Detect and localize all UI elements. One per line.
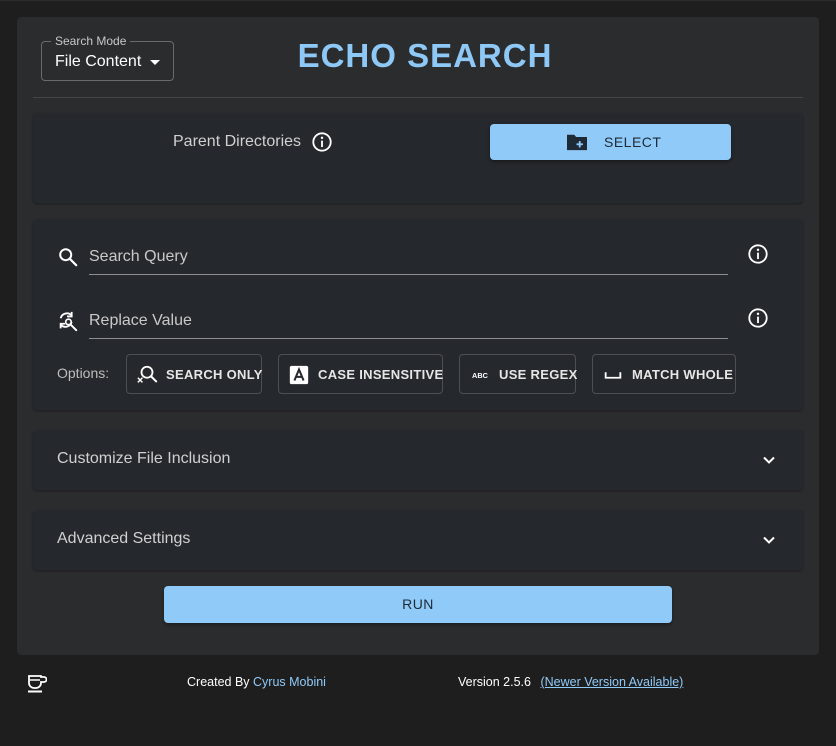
file-inclusion-title: Customize File Inclusion bbox=[57, 450, 231, 467]
search-mode-label: Search Mode bbox=[51, 34, 131, 48]
window-top-border bbox=[0, 0, 836, 1]
advanced-settings-accordion: Advanced Settings bbox=[33, 510, 803, 570]
info-icon[interactable] bbox=[311, 131, 333, 153]
chevron-down-icon bbox=[763, 536, 775, 544]
select-directories-button[interactable]: SELECT bbox=[490, 124, 731, 160]
abc-icon: ABC bbox=[472, 371, 489, 380]
version-label: Version 2.5.6 bbox=[458, 675, 531, 689]
search-icon bbox=[59, 248, 78, 267]
case-insensitive-toggle[interactable]: CASE INSENSITIVE bbox=[278, 354, 443, 394]
search-mode-value: File Content bbox=[55, 53, 142, 70]
run-button-label: RUN bbox=[402, 596, 434, 612]
caret-down-icon bbox=[150, 60, 160, 65]
created-by-label: Created By bbox=[187, 675, 250, 689]
run-button[interactable]: RUN bbox=[164, 586, 672, 623]
app-panel: Search Mode File Content ECHO SEARCH Par… bbox=[17, 17, 819, 655]
file-inclusion-accordion: Customize File Inclusion bbox=[33, 430, 803, 490]
file-inclusion-header[interactable]: Customize File Inclusion bbox=[33, 430, 803, 490]
search-only-toggle[interactable]: SEARCH ONLY bbox=[126, 354, 262, 394]
advanced-settings-header[interactable]: Advanced Settings bbox=[33, 510, 803, 570]
search-query-input[interactable] bbox=[89, 239, 728, 274]
newer-version-link[interactable]: (Newer Version Available) bbox=[540, 675, 683, 689]
parent-directories-card: Parent Directories SELECT bbox=[33, 113, 803, 203]
use-regex-toggle[interactable]: ABC USE REGEX bbox=[459, 354, 578, 394]
search-off-icon bbox=[137, 365, 158, 383]
search-query-field[interactable] bbox=[89, 239, 728, 275]
parent-directories-label: Parent Directories bbox=[173, 133, 302, 150]
svg-text:ABC: ABC bbox=[472, 371, 489, 380]
app-title: ECHO SEARCH bbox=[297, 37, 553, 74]
space-bar-icon bbox=[604, 372, 622, 379]
search-query-info-icon[interactable] bbox=[747, 243, 769, 265]
footer-version: Version 2.5.6 (Newer Version Available) bbox=[458, 675, 683, 689]
header-divider bbox=[33, 97, 803, 98]
match-whole-label: MATCH WHOLE bbox=[632, 367, 734, 382]
letter-a-icon bbox=[289, 365, 309, 385]
replace-value-field[interactable] bbox=[89, 303, 728, 339]
find-replace-icon bbox=[59, 311, 78, 332]
match-whole-toggle[interactable]: MATCH WHOLE bbox=[592, 354, 736, 394]
chevron-down-icon bbox=[763, 456, 775, 464]
search-card: Options: SEARCH ONLY CASE INSENSITIVE AB… bbox=[33, 219, 803, 410]
footer-credits: Created By Cyrus Mobini bbox=[187, 675, 326, 689]
use-regex-label: USE REGEX bbox=[499, 367, 578, 382]
options-label: Options: bbox=[57, 365, 110, 381]
select-button-label: SELECT bbox=[604, 134, 662, 150]
search-only-label: SEARCH ONLY bbox=[166, 367, 263, 382]
case-insensitive-label: CASE INSENSITIVE bbox=[318, 367, 444, 382]
author-link[interactable]: Cyrus Mobini bbox=[253, 675, 326, 689]
replace-value-info-icon[interactable] bbox=[747, 307, 769, 329]
search-mode-select[interactable]: Search Mode File Content bbox=[41, 34, 174, 81]
coffee-cup-icon[interactable] bbox=[27, 672, 47, 694]
replace-value-input[interactable] bbox=[89, 303, 728, 338]
advanced-settings-title: Advanced Settings bbox=[57, 530, 191, 547]
folder-plus-icon bbox=[567, 134, 587, 151]
